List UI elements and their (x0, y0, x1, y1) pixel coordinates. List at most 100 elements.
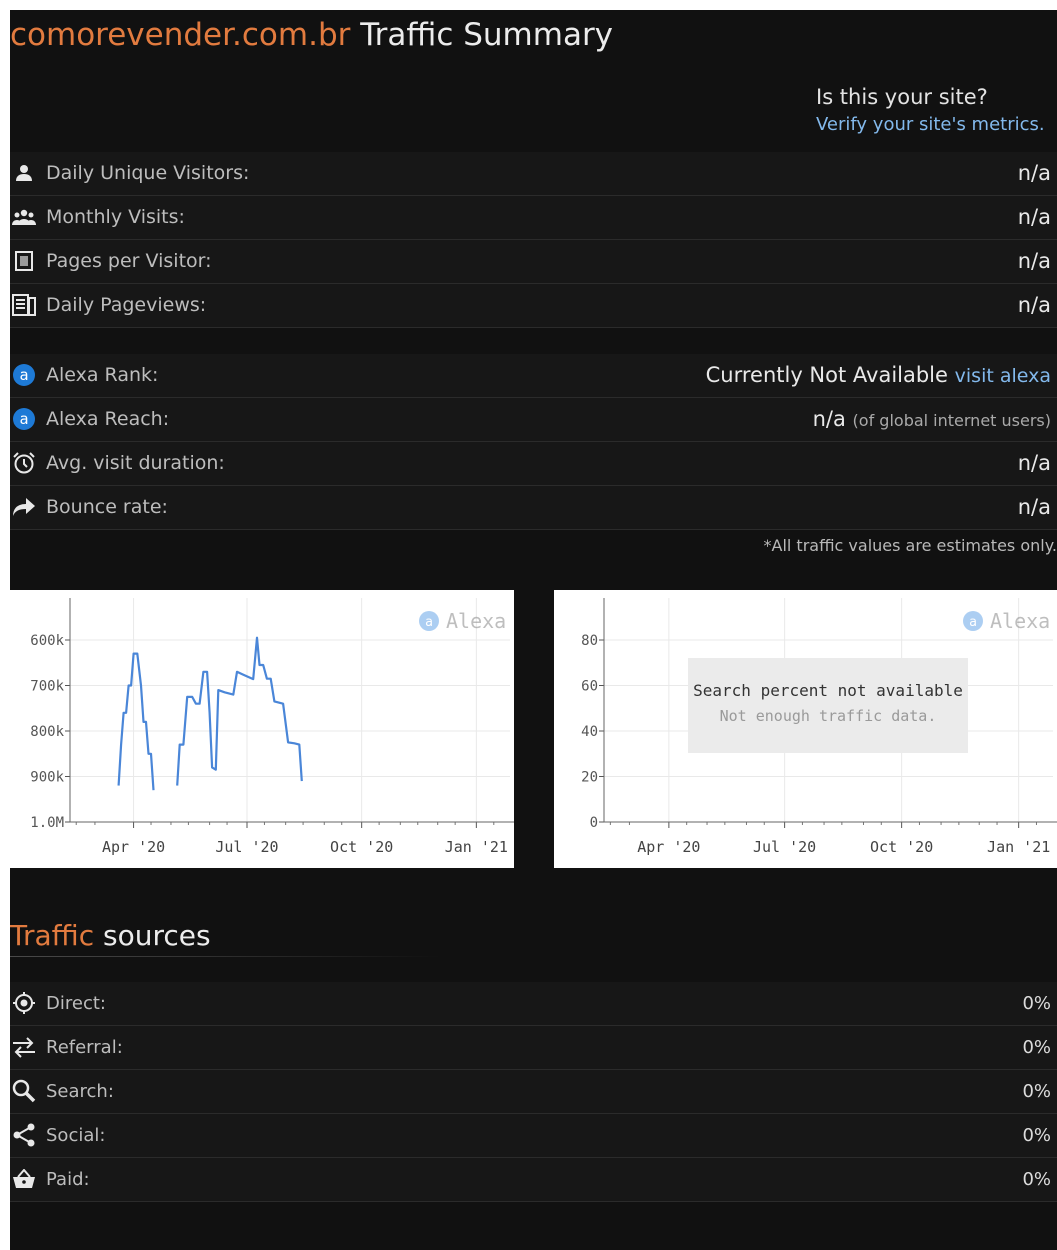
traffic-sources-rest: sources (94, 919, 211, 952)
alexa-watermark: a Alexa (963, 609, 1050, 633)
share-icon (11, 1123, 37, 1147)
person-icon (11, 162, 37, 184)
svg-text:a: a (19, 410, 28, 428)
metric-row-pages-per-visitor: Pages per Visitor: n/a (10, 240, 1057, 284)
alexa-reach-text: n/a (812, 407, 846, 431)
no-data-title: Search percent not available (693, 681, 963, 700)
search-icon (11, 1079, 37, 1103)
no-data-message-box (688, 658, 968, 753)
source-label: Social: (46, 1125, 106, 1146)
avg-visit-duration-label: Avg. visit duration: (46, 452, 225, 474)
y-tick-label: 0 (590, 815, 598, 831)
alexa-icon: a (11, 408, 37, 430)
avg-visit-duration-value: n/a (1017, 451, 1051, 475)
pages-icon (11, 294, 37, 316)
x-tick-label: Jul '20 (215, 838, 278, 856)
source-row-paid: Paid: 0% (10, 1158, 1057, 1202)
metric-value: n/a (1017, 293, 1051, 317)
x-tick-label: Oct '20 (330, 838, 393, 856)
visit-alexa-link[interactable]: visit alexa (955, 365, 1051, 387)
group-icon (11, 206, 37, 228)
alexa-icon: a (11, 364, 37, 386)
svg-text:a: a (19, 366, 28, 384)
traffic-sources-heading: Traffic sources (10, 918, 211, 954)
arrows-icon (11, 1036, 37, 1058)
share-arrow-icon (11, 496, 37, 518)
source-value: 0% (1022, 993, 1051, 1014)
metric-row-monthly-visits: Monthly Visits: n/a (10, 196, 1057, 240)
metric-row-daily-pageviews: Daily Pageviews: n/a (10, 284, 1057, 328)
source-label: Paid: (46, 1169, 90, 1190)
alexa-rank-value: Currently Not Available visit alexa (706, 354, 1051, 398)
alexa-reach-value: n/a (of global internet users) (813, 398, 1051, 442)
source-row-social: Social: 0% (10, 1114, 1057, 1158)
x-tick-label: Apr '20 (637, 838, 700, 856)
page-title: comorevender.com.br Traffic Summary (10, 16, 613, 54)
verify-link[interactable]: Verify your site's metrics. (816, 112, 1045, 138)
basket-icon (11, 1168, 37, 1190)
source-label: Referral: (46, 1037, 123, 1058)
metric-value: n/a (1017, 249, 1051, 273)
source-label: Search: (46, 1081, 114, 1102)
metric-label: Daily Unique Visitors: (46, 162, 250, 184)
source-value: 0% (1022, 1169, 1051, 1190)
x-tick-label: Jan '21 (987, 838, 1050, 856)
alexa-watermark: a Alexa (419, 609, 506, 633)
page-icon (11, 250, 37, 272)
alexa-rank-label: Alexa Rank: (46, 364, 159, 386)
svg-text:a: a (969, 615, 977, 630)
y-tick-label: 800k (30, 724, 64, 740)
x-tick-label: Jan '21 (445, 838, 508, 856)
heading-divider (10, 956, 440, 957)
y-tick-label: 900k (30, 770, 64, 786)
source-value: 0% (1022, 1125, 1051, 1146)
bounce-rate-row: Bounce rate: n/a (10, 486, 1057, 530)
metric-value: n/a (1017, 161, 1051, 185)
y-tick-label: 600k (30, 633, 64, 649)
rank-series-line (117, 652, 155, 791)
verify-question: Is this your site? (816, 85, 988, 109)
metric-row-daily-unique-visitors: Daily Unique Visitors: n/a (10, 152, 1057, 196)
x-tick-label: Oct '20 (870, 838, 933, 856)
y-tick-label: 60 (581, 679, 598, 695)
metric-label: Daily Pageviews: (46, 294, 207, 316)
watermark-text: Alexa (446, 609, 506, 633)
x-tick-label: Jul '20 (753, 838, 816, 856)
y-tick-label: 80 (581, 633, 598, 649)
metric-label: Pages per Visitor: (46, 250, 212, 272)
source-row-search: Search: 0% (10, 1070, 1057, 1114)
no-data-subtitle: Not enough traffic data. (720, 707, 937, 725)
y-tick-label: 40 (581, 724, 598, 740)
title-text: Traffic Summary (360, 17, 614, 53)
y-tick-label: 20 (581, 770, 598, 786)
search-percent-chart: 80 60 40 20 0 Apr '20 Jul '20 Oct '20 Jan '21 a … (554, 590, 1057, 868)
alexa-reach-note: (of global internet users) (852, 411, 1051, 430)
bounce-rate-value: n/a (1017, 495, 1051, 519)
alexa-reach-row: a Alexa Reach: n/a (of global internet u… (10, 398, 1057, 442)
metric-label: Monthly Visits: (46, 206, 185, 228)
svg-text:a: a (425, 615, 433, 630)
alexa-rank-text: Currently Not Available (705, 363, 948, 387)
source-row-referral: Referral: 0% (10, 1026, 1057, 1070)
y-tick-label: 1.0M (30, 815, 64, 831)
x-tick-label: Apr '20 (102, 838, 165, 856)
alexa-rank-chart: 600k 700k 800k 900k 1.0M Apr '20 Jul '20 Oct '2… (10, 590, 514, 868)
traffic-sources-accent: Traffic (10, 919, 95, 952)
page: comorevender.com.br Traffic Summary Is t… (10, 10, 1057, 1250)
avg-visit-duration-row: Avg. visit duration: n/a (10, 442, 1057, 486)
source-row-direct: Direct: 0% (10, 982, 1057, 1026)
estimates-note: *All traffic values are estimates only. (763, 536, 1057, 555)
watermark-text: Alexa (990, 609, 1050, 633)
source-value: 0% (1022, 1037, 1051, 1058)
alexa-reach-label: Alexa Reach: (46, 408, 170, 430)
y-tick-label: 700k (30, 679, 64, 695)
alexa-rank-row: a Alexa Rank: Currently Not Available vi… (10, 354, 1057, 398)
source-label: Direct: (46, 993, 106, 1014)
target-icon (11, 992, 37, 1014)
rank-series-line (176, 636, 303, 786)
verify-box: Is this your site? Verify your site's me… (816, 82, 1045, 138)
bounce-rate-label: Bounce rate: (46, 496, 168, 518)
metric-value: n/a (1017, 205, 1051, 229)
site-domain: comorevender.com.br (10, 17, 351, 53)
alarm-clock-icon (11, 452, 37, 474)
